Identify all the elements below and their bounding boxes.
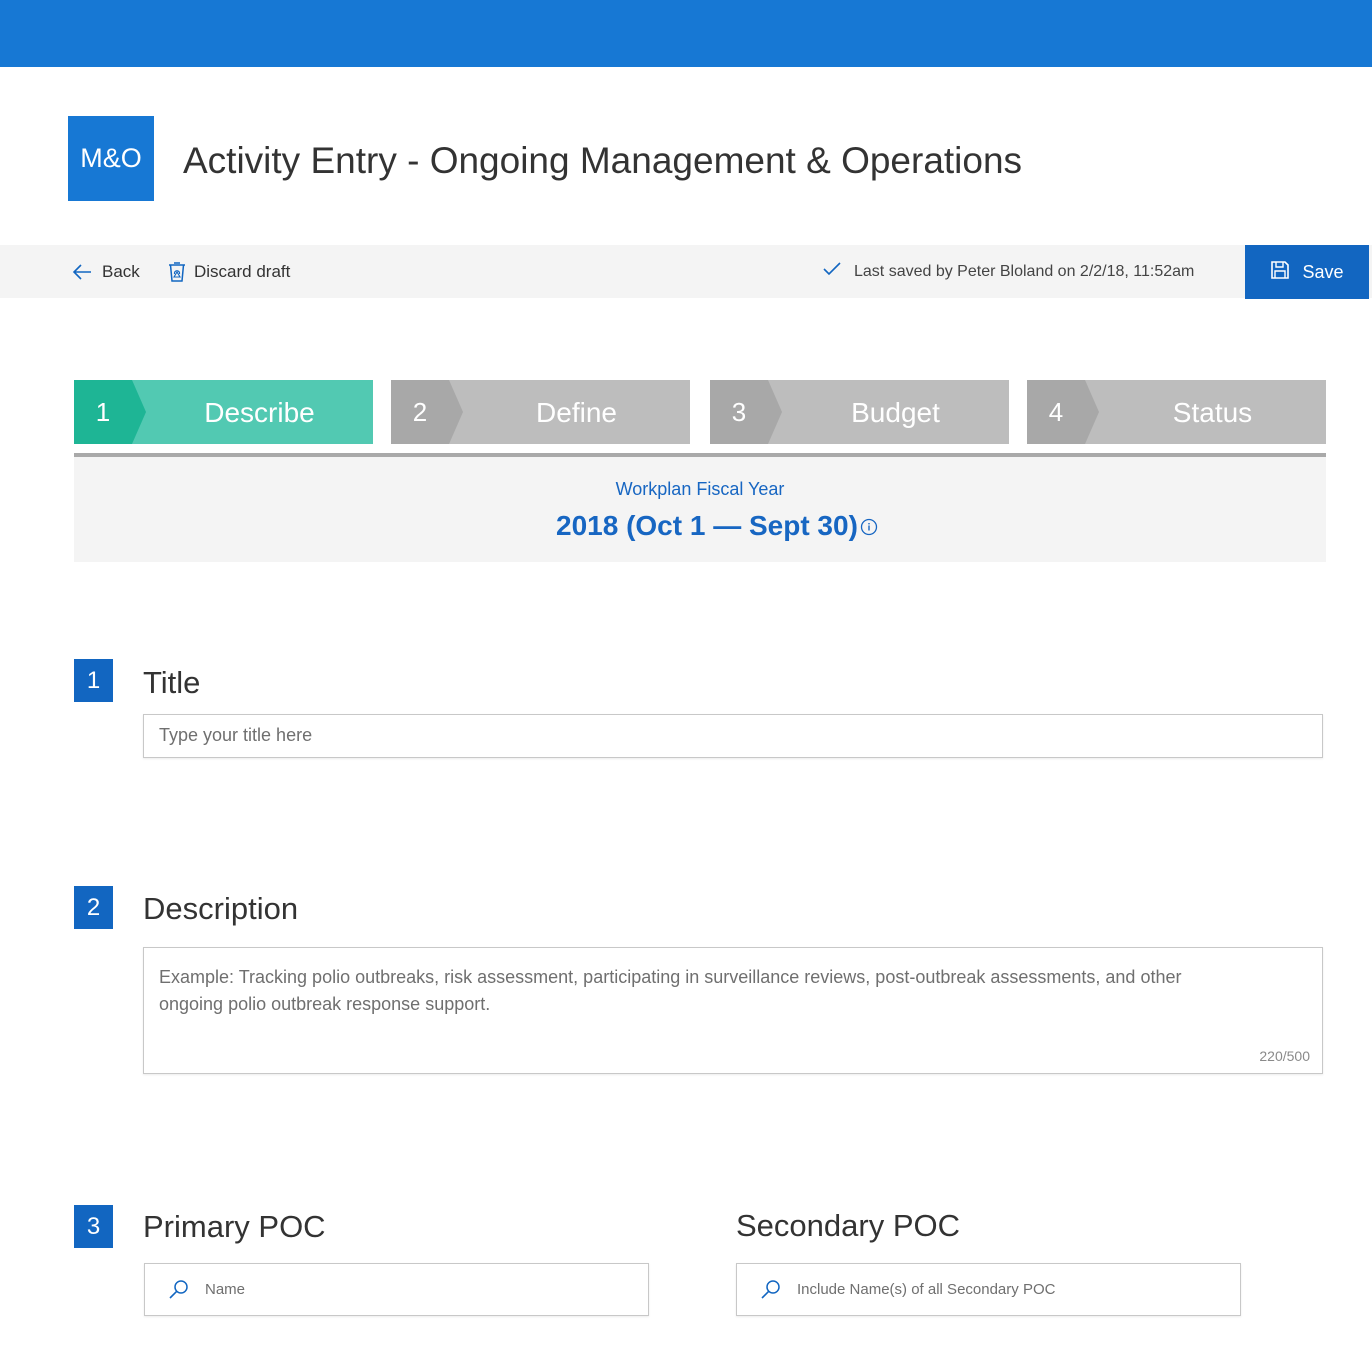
save-label: Save xyxy=(1302,261,1344,282)
title-heading: Title xyxy=(143,665,201,700)
section-number-title: 1 xyxy=(74,659,113,702)
page-title: Activity Entry - Ongoing Management & Op… xyxy=(183,140,1023,181)
arrow-left-icon xyxy=(70,260,94,284)
step-label: Status xyxy=(1172,397,1253,428)
section-number-poc: 3 xyxy=(74,1205,113,1248)
step-number: 1 xyxy=(95,397,111,427)
step-budget[interactable]: 3 Budget xyxy=(710,380,1009,444)
fiscal-year-value: 2018 (Oct 1 — Sept 30) xyxy=(556,510,858,541)
recycle-bin-icon xyxy=(166,260,188,284)
save-button[interactable]: Save xyxy=(1245,245,1369,299)
top-app-bar xyxy=(0,0,1372,67)
section-number-description: 2 xyxy=(74,886,113,929)
step-define[interactable]: 2 Define xyxy=(391,380,690,444)
character-counter: 220/500 xyxy=(1259,1048,1310,1064)
secondary-poc-heading: Secondary POC xyxy=(736,1208,960,1243)
step-label: Define xyxy=(536,397,617,428)
step-describe[interactable]: 1 Describe xyxy=(74,380,373,444)
step-status[interactable]: 4 Status xyxy=(1027,380,1326,444)
step-label: Budget xyxy=(851,397,940,428)
step-number: 3 xyxy=(731,397,747,427)
last-saved-text: Last saved by Peter Bloland on 2/2/18, 1… xyxy=(854,262,1195,280)
title-field xyxy=(143,714,1323,758)
title-input[interactable] xyxy=(144,715,1322,756)
back-button[interactable]: Back xyxy=(70,245,140,298)
search-icon xyxy=(167,1278,191,1307)
description-placeholder: Example: Tracking polio outbreaks, risk … xyxy=(159,967,1182,1014)
search-icon xyxy=(759,1278,783,1307)
discard-draft-button[interactable]: Discard draft xyxy=(166,245,290,298)
checkmark-icon xyxy=(822,259,842,284)
last-saved-status: Last saved by Peter Bloland on 2/2/18, 1… xyxy=(822,245,1194,298)
info-icon[interactable] xyxy=(860,518,878,541)
description-heading: Description xyxy=(143,891,299,926)
app-logo: M&O xyxy=(68,116,154,201)
step-number: 4 xyxy=(1048,397,1064,427)
secondary-poc-input[interactable] xyxy=(797,1264,1227,1314)
description-textarea[interactable]: Example: Tracking polio outbreaks, risk … xyxy=(143,947,1323,1074)
primary-poc-input[interactable] xyxy=(205,1264,635,1314)
back-label: Back xyxy=(102,261,140,281)
fiscal-year-label: Workplan Fiscal Year xyxy=(615,479,785,499)
step-label: Describe xyxy=(204,397,315,428)
floppy-disk-icon xyxy=(1270,260,1290,285)
primary-poc-heading: Primary POC xyxy=(143,1209,326,1244)
discard-draft-label: Discard draft xyxy=(194,261,291,281)
logo-text: M&O xyxy=(80,143,142,173)
fiscal-year-panel: Workplan Fiscal Year 2018 (Oct 1 — Sept … xyxy=(74,457,1326,562)
secondary-poc-field xyxy=(736,1263,1241,1316)
command-bar: Back Discard draft Last saved by Peter B… xyxy=(0,245,1372,298)
step-number: 2 xyxy=(412,397,428,427)
primary-poc-field xyxy=(144,1263,649,1316)
